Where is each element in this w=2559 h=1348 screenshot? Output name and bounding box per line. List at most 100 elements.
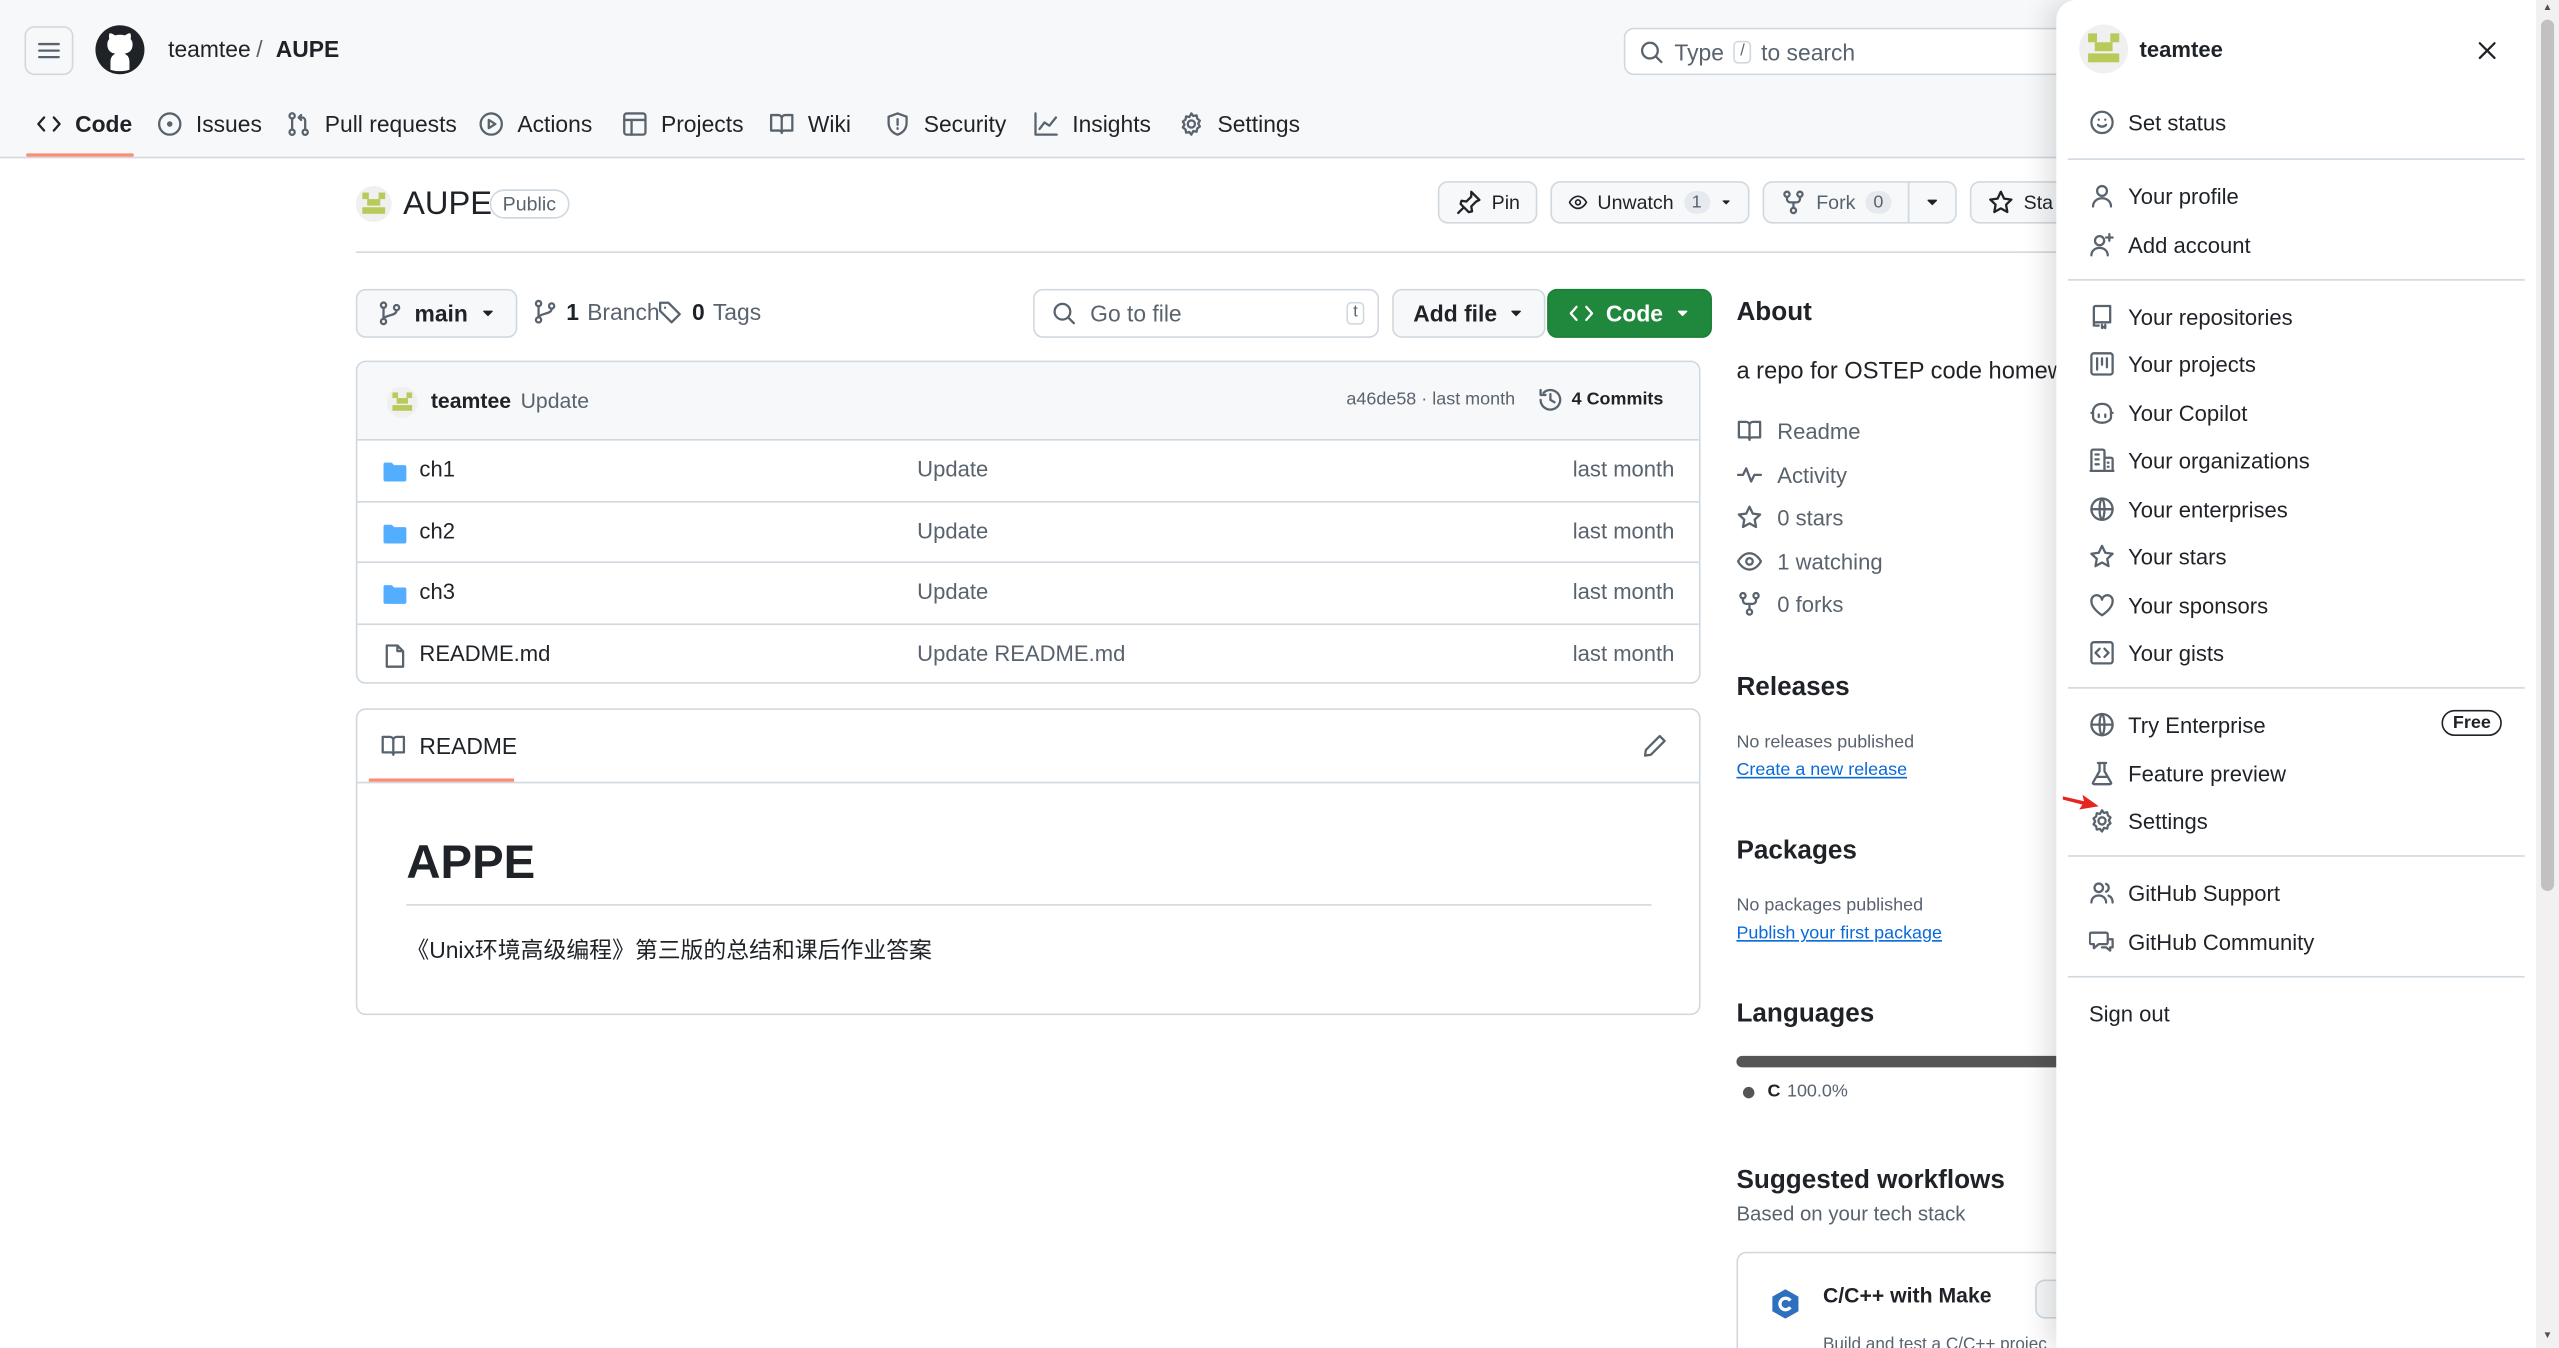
file-commit-message[interactable]: Update bbox=[917, 457, 988, 481]
tab-projects[interactable]: Projects bbox=[622, 104, 744, 143]
fork-count: 0 bbox=[1865, 190, 1892, 214]
file-name[interactable]: README.md bbox=[419, 641, 550, 665]
menu-your-projects[interactable]: Your projects bbox=[2089, 343, 2530, 385]
file-row[interactable]: README.md Update README.md last month bbox=[357, 624, 1699, 682]
menu-try-enterprise[interactable]: Try Enterprise Free bbox=[2089, 703, 2530, 745]
about-watching-link[interactable]: 1 watching bbox=[1736, 548, 1883, 574]
watch-count: 1 bbox=[1683, 190, 1710, 214]
repo-avatar bbox=[355, 186, 392, 222]
file-commit-message[interactable]: Update bbox=[917, 518, 988, 542]
breadcrumb-repo[interactable]: AUPE bbox=[276, 36, 339, 62]
menu-settings[interactable]: Settings bbox=[2089, 800, 2530, 842]
repo-name[interactable]: AUPE bbox=[403, 186, 492, 224]
branches-link[interactable]: 1 Branch bbox=[532, 299, 660, 325]
search-input[interactable]: Type / to search bbox=[1623, 27, 2098, 76]
tab-insights[interactable]: Insights bbox=[1033, 104, 1151, 143]
graph-icon bbox=[1034, 112, 1058, 136]
commit-author[interactable]: teamtee bbox=[431, 388, 511, 412]
file-commit-time: last month bbox=[1572, 640, 1675, 666]
tab-settings[interactable]: Settings bbox=[1178, 104, 1300, 143]
menu-your-organizations[interactable]: Your organizations bbox=[2089, 439, 2530, 481]
language-entry[interactable]: C 100.0% bbox=[1742, 1082, 1848, 1102]
commit-meta[interactable]: a46de58 · last month bbox=[1346, 390, 1515, 410]
breadcrumb-owner[interactable]: teamtee bbox=[168, 36, 251, 62]
pull-request-icon bbox=[288, 112, 309, 136]
tab-settings-label: Settings bbox=[1217, 110, 1301, 138]
file-name[interactable]: ch3 bbox=[419, 579, 455, 603]
menu-add-account[interactable]: Add account bbox=[2089, 224, 2530, 266]
releases-title[interactable]: Releases bbox=[1736, 674, 1849, 703]
menu-settings-label: Settings bbox=[2128, 808, 2208, 834]
tab-wiki[interactable]: Wiki bbox=[769, 104, 851, 143]
close-menu-button[interactable] bbox=[2474, 38, 2500, 64]
edit-readme-button[interactable] bbox=[1642, 733, 1668, 759]
menu-your-organizations-label: Your organizations bbox=[2128, 447, 2310, 473]
hamburger-icon bbox=[38, 42, 60, 59]
tab-security[interactable]: Security bbox=[885, 104, 1006, 143]
file-row[interactable]: ch2 Update last month bbox=[357, 502, 1699, 564]
person-add-icon bbox=[2090, 233, 2114, 257]
create-release-link[interactable]: Create a new release bbox=[1736, 761, 1907, 781]
tab-pull-requests[interactable]: Pull requests bbox=[286, 104, 457, 143]
tab-code[interactable]: Code bbox=[36, 104, 132, 143]
file-commit-message[interactable]: Update bbox=[917, 579, 988, 603]
hamburger-menu-button[interactable] bbox=[24, 26, 74, 76]
scroll-up-arrow-icon[interactable]: ▲ bbox=[2543, 3, 2553, 13]
page-scrollbar[interactable]: ▲ ▼ bbox=[2536, 0, 2559, 1348]
menu-feature-preview[interactable]: Feature preview bbox=[2089, 752, 2530, 794]
organization-icon bbox=[2089, 448, 2115, 472]
readme-tab-indicator bbox=[368, 778, 515, 782]
menu-your-sponsors[interactable]: Your sponsors bbox=[2089, 584, 2530, 626]
menu-your-stars[interactable]: Your stars bbox=[2089, 535, 2530, 577]
packages-title[interactable]: Packages bbox=[1736, 837, 1857, 866]
tab-actions[interactable]: Actions bbox=[478, 104, 592, 143]
unwatch-button[interactable]: Unwatch 1 bbox=[1550, 181, 1750, 224]
tags-link[interactable]: 0 Tags bbox=[658, 299, 761, 325]
file-list: ch1 Update last month ch2 Update last month ch… bbox=[357, 441, 1699, 683]
go-to-file-input[interactable]: Go to file t bbox=[1033, 288, 1380, 338]
add-file-button[interactable]: Add file bbox=[1392, 288, 1547, 338]
fork-button[interactable]: Fork 0 bbox=[1762, 181, 1910, 224]
about-stars-link[interactable]: 0 stars bbox=[1736, 504, 1843, 530]
fork-dropdown-button[interactable] bbox=[1907, 181, 1957, 224]
pin-button[interactable]: Pin bbox=[1437, 181, 1538, 224]
star-icon bbox=[1989, 190, 2013, 214]
code-button[interactable]: Code bbox=[1547, 288, 1712, 338]
tab-issues[interactable]: Issues bbox=[157, 104, 262, 143]
menu-your-copilot-label: Your Copilot bbox=[2128, 400, 2248, 426]
about-activity-link[interactable]: Activity bbox=[1736, 462, 1847, 488]
active-tab-indicator bbox=[26, 153, 134, 157]
pulse-icon bbox=[1736, 467, 1763, 483]
file-commit-message[interactable]: Update README.md bbox=[917, 641, 1125, 665]
eye-icon bbox=[1736, 552, 1763, 571]
about-forks-link[interactable]: 0 forks bbox=[1736, 591, 1843, 617]
tab-actions-label: Actions bbox=[517, 110, 593, 138]
menu-your-profile[interactable]: Your profile bbox=[2089, 175, 2530, 217]
publish-package-link[interactable]: Publish your first package bbox=[1736, 924, 1942, 944]
menu-your-enterprises[interactable]: Your enterprises bbox=[2089, 488, 2530, 530]
commit-message[interactable]: Update bbox=[521, 388, 589, 412]
scroll-down-arrow-icon[interactable]: ▼ bbox=[2543, 1332, 2553, 1342]
readme-tab[interactable]: README bbox=[380, 733, 517, 759]
menu-github-support[interactable]: GitHub Support bbox=[2089, 871, 2530, 913]
file-row[interactable]: ch1 Update last month bbox=[357, 441, 1699, 502]
branch-select-button[interactable]: main bbox=[355, 288, 517, 338]
file-name[interactable]: ch1 bbox=[419, 457, 455, 481]
tab-issues-label: Issues bbox=[195, 110, 262, 138]
github-logo-icon[interactable] bbox=[95, 24, 146, 75]
file-row[interactable]: ch3 Update last month bbox=[357, 563, 1699, 625]
menu-set-status[interactable]: Set status bbox=[2089, 101, 2530, 143]
pin-label: Pin bbox=[1491, 190, 1520, 214]
scroll-thumb[interactable] bbox=[2541, 19, 2555, 892]
menu-github-community[interactable]: GitHub Community bbox=[2088, 920, 2530, 962]
menu-sign-out[interactable]: Sign out bbox=[2089, 992, 2530, 1034]
menu-your-copilot[interactable]: Your Copilot bbox=[2089, 392, 2530, 434]
commits-link[interactable]: 4 Commits bbox=[1537, 387, 1663, 413]
file-name[interactable]: ch2 bbox=[419, 518, 455, 542]
menu-your-repositories[interactable]: Your repositories bbox=[2089, 295, 2530, 337]
heart-icon bbox=[2090, 594, 2114, 617]
about-readme-link[interactable]: Readme bbox=[1736, 418, 1861, 444]
workflow-card[interactable]: C/C++ with Make Build and test a C/C++ p… bbox=[1736, 1251, 2063, 1348]
menu-your-repositories-label: Your repositories bbox=[2128, 304, 2293, 329]
menu-your-gists[interactable]: Your gists bbox=[2089, 632, 2530, 674]
